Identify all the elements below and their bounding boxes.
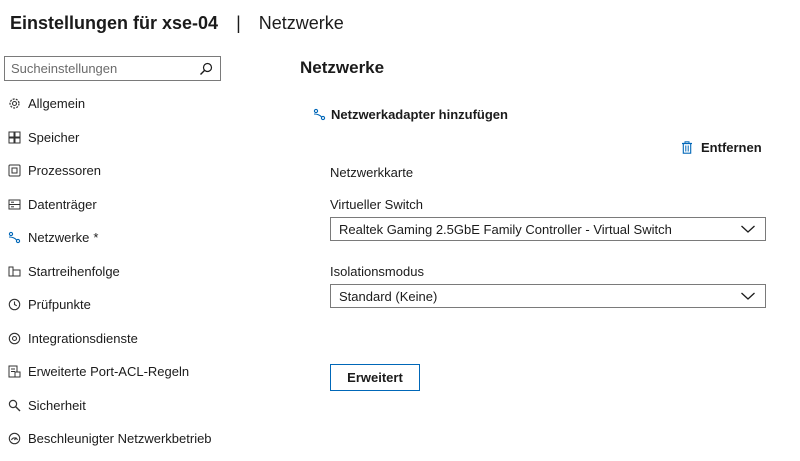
sidebar-item-accelerated-networking[interactable]: Beschleunigter Netzwerkbetrieb — [0, 422, 230, 456]
security-icon — [7, 398, 21, 412]
window-title-bar: Einstellungen für xse-04 | Netzwerke — [10, 8, 344, 38]
sidebar-item-label: Sicherheit — [28, 397, 86, 413]
virtual-switch-value: Realtek Gaming 2.5GbE Family Controller … — [339, 221, 672, 237]
add-network-adapter-label: Netzwerkadapter hinzufügen — [331, 106, 508, 122]
page-title: Einstellungen für xse-04 — [10, 12, 219, 33]
sidebar-item-label: Prozessoren — [28, 163, 101, 179]
sidebar-item-label: Datenträger — [28, 196, 97, 212]
sidebar-item-security[interactable]: Sicherheit — [0, 389, 230, 423]
search-icon[interactable] — [198, 61, 214, 77]
sidebar-item-boot-order[interactable]: Startreihenfolge — [0, 255, 230, 289]
sidebar-item-label: Integrationsdienste — [28, 330, 138, 346]
network-card-label: Netzwerkkarte — [330, 165, 414, 180]
remove-button[interactable]: Entfernen — [680, 138, 762, 156]
isolation-mode-value: Standard (Keine) — [339, 288, 438, 304]
processor-icon — [7, 164, 21, 178]
title-separator: | — [236, 12, 241, 33]
accelerated-network-icon — [7, 432, 21, 446]
sidebar-item-label: Allgemein — [28, 96, 86, 112]
settings-sidebar: Allgemein Speicher Prozessoren Datenträg… — [0, 87, 230, 456]
boot-order-icon — [7, 264, 21, 278]
sidebar-item-label: Netzwerke — [28, 230, 90, 246]
isolation-mode-dropdown[interactable]: Standard (Keine) — [330, 284, 766, 308]
gear-icon — [7, 97, 21, 111]
search-box[interactable] — [4, 56, 221, 81]
sidebar-item-processors[interactable]: Prozessoren — [0, 154, 230, 188]
add-network-adapter-link[interactable]: Netzwerkadapter hinzufügen — [312, 105, 508, 123]
sidebar-item-label: Speicher — [28, 129, 80, 145]
virtual-switch-dropdown[interactable]: Realtek Gaming 2.5GbE Family Controller … — [330, 217, 766, 241]
sidebar-item-label: Beschleunigter Netzwerkbetrieb — [28, 431, 212, 447]
sidebar-item-integration-services[interactable]: Integrationsdienste — [0, 322, 230, 356]
search-input[interactable] — [11, 61, 198, 76]
port-acl-icon — [7, 365, 21, 379]
advanced-button[interactable]: Erweitert — [330, 364, 420, 391]
sidebar-item-networks[interactable]: Netzwerke * — [0, 221, 230, 255]
chevron-down-icon — [739, 222, 757, 236]
sidebar-item-label: Erweiterte Port-ACL-Regeln — [28, 364, 190, 380]
sidebar-item-general[interactable]: Allgemein — [0, 87, 230, 121]
integration-icon — [7, 331, 21, 345]
trash-icon — [680, 140, 694, 154]
virtual-switch-label: Virtueller Switch — [330, 197, 423, 212]
checkpoint-icon — [7, 298, 21, 312]
sidebar-item-port-acl[interactable]: Erweiterte Port-ACL-Regeln — [0, 355, 230, 389]
sidebar-item-memory[interactable]: Speicher — [0, 121, 230, 155]
sidebar-item-label: Prüfpunkte — [28, 297, 91, 313]
chevron-down-icon — [739, 289, 757, 303]
sidebar-item-disks[interactable]: Datenträger — [0, 188, 230, 222]
modified-marker: * — [93, 230, 99, 246]
memory-icon — [7, 130, 21, 144]
sidebar-item-checkpoints[interactable]: Prüfpunkte — [0, 288, 230, 322]
remove-label: Entfernen — [701, 139, 762, 155]
isolation-mode-label: Isolationsmodus — [330, 264, 424, 279]
section-title: Netzwerke — [300, 58, 385, 77]
disk-icon — [7, 197, 21, 211]
sidebar-item-label: Startreihenfolge — [28, 263, 120, 279]
network-icon — [312, 107, 326, 121]
main-panel: Netzwerke Netzwerkadapter hinzufügen Ent… — [300, 0, 780, 461]
network-icon — [7, 231, 21, 245]
